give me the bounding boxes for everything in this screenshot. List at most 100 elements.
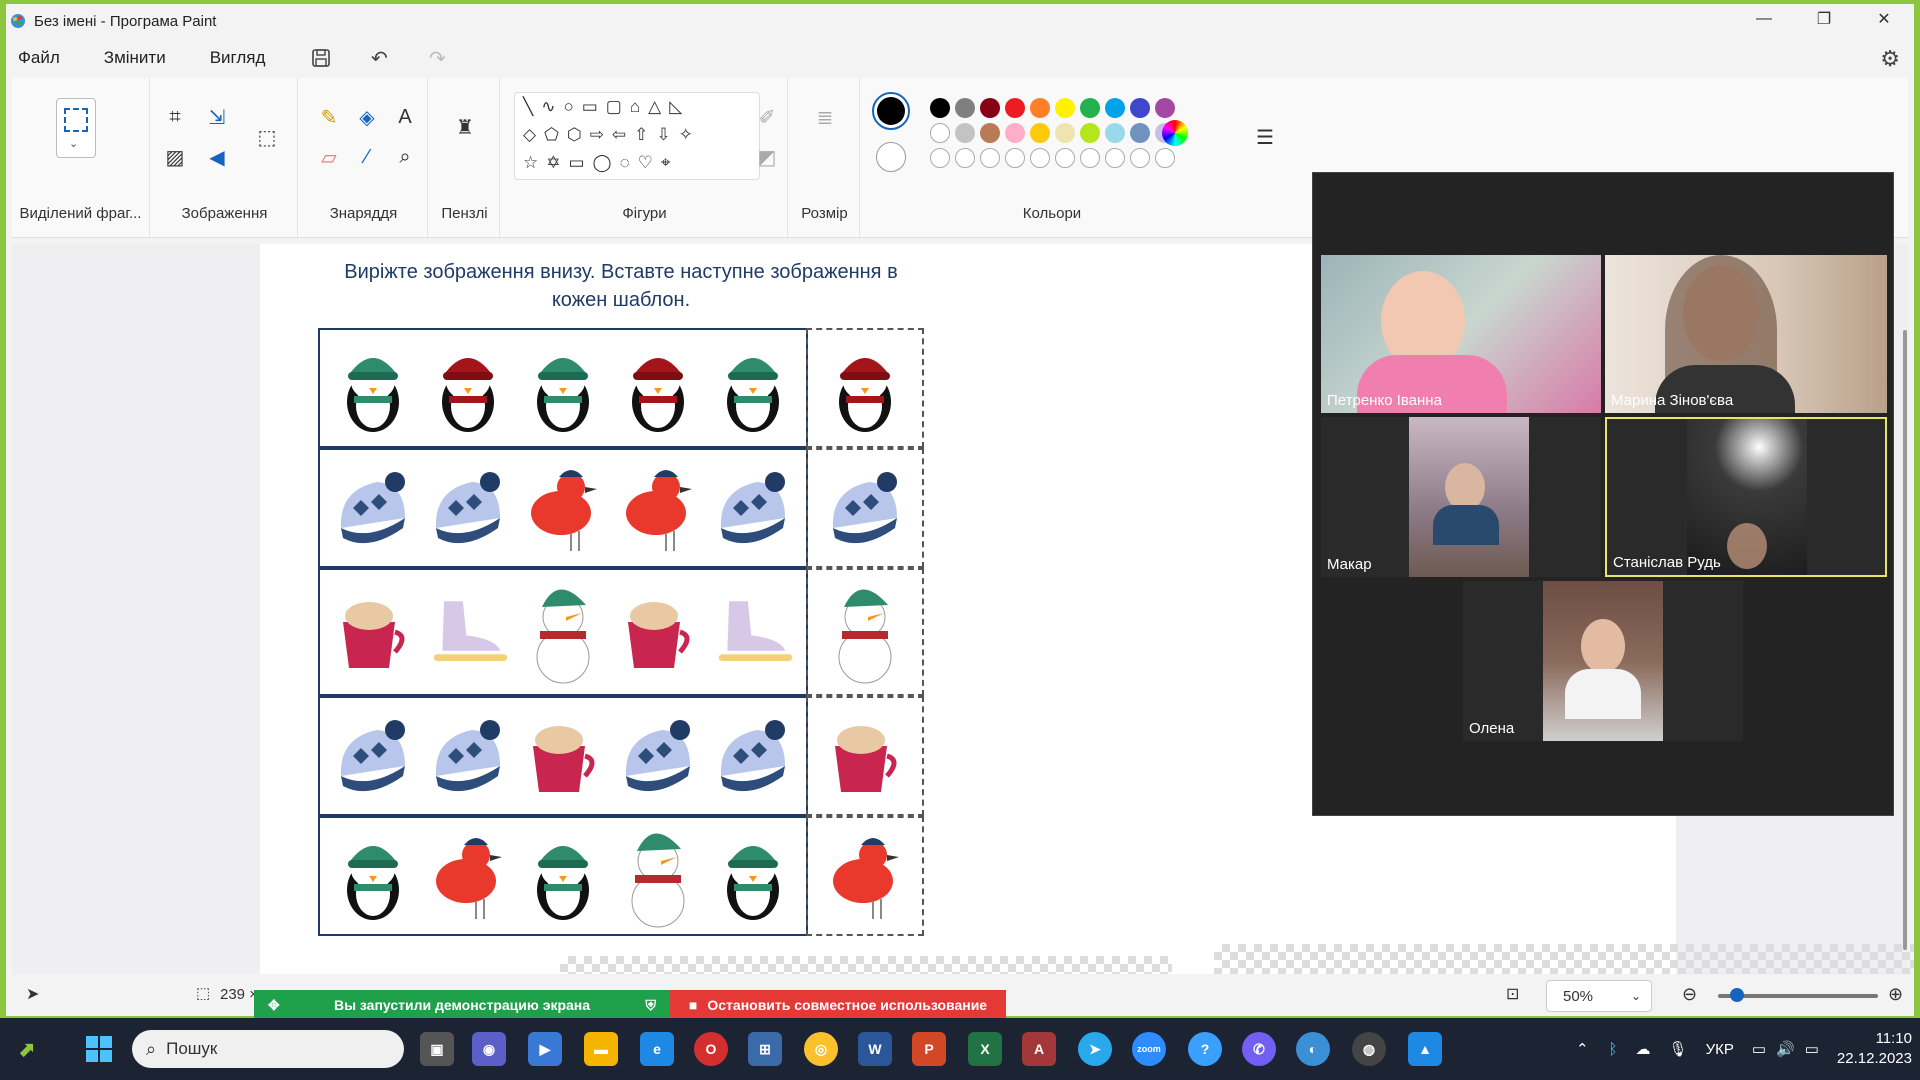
volume-icon[interactable]: 🔊 bbox=[1776, 1040, 1795, 1058]
palette-color-swatch[interactable] bbox=[1105, 98, 1125, 118]
settings-gear-icon[interactable]: ⚙ bbox=[1880, 46, 1900, 72]
participant-tile[interactable]: Макар bbox=[1321, 417, 1601, 577]
start-icon[interactable] bbox=[82, 1032, 116, 1066]
select-all-icon[interactable]: ▨ bbox=[160, 142, 190, 172]
bluetooth-icon[interactable]: ᛒ bbox=[1609, 1041, 1618, 1058]
palette-color-swatch[interactable] bbox=[1130, 123, 1150, 143]
edge-icon[interactable]: e bbox=[640, 1032, 674, 1066]
answer-box[interactable] bbox=[806, 328, 924, 448]
text-tool-icon[interactable]: A bbox=[390, 102, 420, 132]
layers-icon[interactable]: ☰ bbox=[1250, 122, 1280, 152]
palette-color-swatch[interactable] bbox=[1105, 123, 1125, 143]
palette-color-swatch[interactable] bbox=[1055, 98, 1075, 118]
chrome-icon[interactable]: ◎ bbox=[804, 1032, 838, 1066]
participant-tile[interactable]: Петренко Іванна bbox=[1321, 255, 1601, 413]
palette-color-swatch[interactable] bbox=[955, 148, 975, 168]
answer-box[interactable] bbox=[806, 448, 924, 568]
powerpoint-icon[interactable]: P bbox=[912, 1032, 946, 1066]
vertical-scrollbar[interactable] bbox=[1900, 244, 1910, 974]
palette-color-swatch[interactable] bbox=[1155, 98, 1175, 118]
palette-color-swatch[interactable] bbox=[930, 98, 950, 118]
language-indicator[interactable]: УКР bbox=[1706, 1041, 1734, 1058]
eraser-icon[interactable]: ▱ bbox=[314, 142, 344, 172]
palette-color-swatch[interactable] bbox=[1005, 123, 1025, 143]
palette-color-swatch[interactable] bbox=[955, 98, 975, 118]
crop-icon[interactable]: ⌗ bbox=[160, 102, 190, 132]
word-icon[interactable]: W bbox=[858, 1032, 892, 1066]
magnifier-icon[interactable]: ⌕ bbox=[390, 142, 420, 172]
answer-box-selected[interactable] bbox=[806, 816, 924, 936]
palette-color-swatch[interactable] bbox=[1055, 123, 1075, 143]
close-button[interactable]: ✕ bbox=[1854, 4, 1914, 34]
maximize-button[interactable]: ❐ bbox=[1794, 4, 1854, 34]
photos-icon[interactable]: ▲ bbox=[1408, 1032, 1442, 1066]
zoom-out-icon[interactable]: ⊖ bbox=[1682, 984, 1697, 1005]
save-icon[interactable] bbox=[309, 46, 333, 70]
task-view-icon[interactable]: ▣ bbox=[420, 1032, 454, 1066]
help-icon[interactable]: ? bbox=[1188, 1032, 1222, 1066]
participant-tile[interactable]: Марина Зінов'єва bbox=[1605, 255, 1887, 413]
menu-edit[interactable]: Змінити bbox=[104, 48, 166, 68]
telegram-icon[interactable]: ➤ bbox=[1078, 1032, 1112, 1066]
microphone-icon[interactable]: 🎙 bbox=[1669, 1040, 1688, 1058]
secondary-color[interactable] bbox=[876, 142, 906, 172]
palette-color-swatch[interactable] bbox=[930, 148, 950, 168]
viber-icon[interactable]: ✆ bbox=[1242, 1032, 1276, 1066]
menu-file[interactable]: Файл bbox=[18, 48, 60, 68]
remote-desktop-icon[interactable]: ⊞ bbox=[748, 1032, 782, 1066]
palette-color-swatch[interactable] bbox=[980, 98, 1000, 118]
rotate-icon[interactable]: ◀ bbox=[202, 142, 232, 172]
scrollbar-thumb[interactable] bbox=[1903, 330, 1907, 950]
teams-icon[interactable]: ◉ bbox=[472, 1032, 506, 1066]
palette-color-swatch[interactable] bbox=[1030, 98, 1050, 118]
shapes-gallery[interactable]: ╲∿○▭▢⌂△◺ ◇⬠⬡⇨⇦⇧⇩✧ ☆✡▭◯◌♡⌖ bbox=[514, 92, 760, 180]
zoom-in-icon[interactable]: ⊕ bbox=[1888, 984, 1903, 1005]
palette-color-swatch[interactable] bbox=[930, 123, 950, 143]
display-icon[interactable]: ▭ bbox=[1752, 1040, 1766, 1058]
color-picker-icon[interactable]: ⁄ bbox=[352, 142, 382, 172]
taskbar-search[interactable]: ⌕ Пошук bbox=[132, 1030, 404, 1068]
edit-colors-icon[interactable] bbox=[1162, 120, 1188, 146]
cloud-icon[interactable]: ☁ bbox=[1636, 1040, 1651, 1058]
palette-color-swatch[interactable] bbox=[1080, 148, 1100, 168]
answer-box[interactable] bbox=[806, 696, 924, 816]
clock[interactable]: 11:10 22.12.2023 bbox=[1837, 1029, 1912, 1069]
palette-color-swatch[interactable] bbox=[1005, 98, 1025, 118]
palette-color-swatch[interactable] bbox=[1130, 98, 1150, 118]
file-explorer-icon[interactable]: ▬ bbox=[584, 1032, 618, 1066]
drag-icon[interactable]: ✥ bbox=[268, 997, 280, 1014]
fit-to-window-icon[interactable]: ⊡ bbox=[1506, 984, 1519, 1004]
palette-color-swatch[interactable] bbox=[1030, 123, 1050, 143]
fill-bucket-icon[interactable]: ◈ bbox=[352, 102, 382, 132]
minimize-button[interactable]: — bbox=[1734, 4, 1794, 34]
palette-color-swatch[interactable] bbox=[1055, 148, 1075, 168]
stock-widget-icon[interactable]: ⬈ bbox=[10, 1032, 44, 1066]
primary-color[interactable] bbox=[872, 92, 910, 130]
palette-color-swatch[interactable] bbox=[1080, 98, 1100, 118]
palette-color-swatch[interactable] bbox=[1155, 148, 1175, 168]
select-button[interactable]: ⌄ bbox=[56, 98, 96, 158]
battery-icon[interactable]: ▭ bbox=[1805, 1040, 1819, 1058]
access-icon[interactable]: A bbox=[1022, 1032, 1056, 1066]
palette-color-swatch[interactable] bbox=[980, 123, 1000, 143]
zoom-icon[interactable]: zoom bbox=[1132, 1032, 1166, 1066]
paint-taskbar-icon[interactable]: ◐ bbox=[1296, 1032, 1330, 1066]
line-size-icon[interactable]: ≣ bbox=[810, 102, 840, 132]
fill-shape-icon[interactable]: ◩ bbox=[752, 142, 782, 172]
video-editor-icon[interactable]: ▶ bbox=[528, 1032, 562, 1066]
excel-icon[interactable]: X bbox=[968, 1032, 1002, 1066]
palette-color-swatch[interactable] bbox=[1130, 148, 1150, 168]
palette-color-swatch[interactable] bbox=[1080, 123, 1100, 143]
palette-color-swatch[interactable] bbox=[1030, 148, 1050, 168]
obs-icon[interactable]: ◍ bbox=[1352, 1032, 1386, 1066]
zoom-slider-thumb[interactable] bbox=[1730, 988, 1744, 1002]
participant-tile[interactable]: Олена bbox=[1463, 581, 1743, 741]
undo-icon[interactable]: ↶ bbox=[367, 46, 391, 70]
stop-sharing-button[interactable]: ■ Остановить совместное использование bbox=[670, 990, 1006, 1020]
brush-icon[interactable]: ♜ bbox=[450, 112, 480, 142]
opera-icon[interactable]: O bbox=[694, 1032, 728, 1066]
chevron-up-icon[interactable]: ⌃ bbox=[1576, 1040, 1589, 1058]
participant-tile-active[interactable]: Станіслав Рудь bbox=[1605, 417, 1887, 577]
palette-color-swatch[interactable] bbox=[955, 123, 975, 143]
palette-color-swatch[interactable] bbox=[980, 148, 1000, 168]
